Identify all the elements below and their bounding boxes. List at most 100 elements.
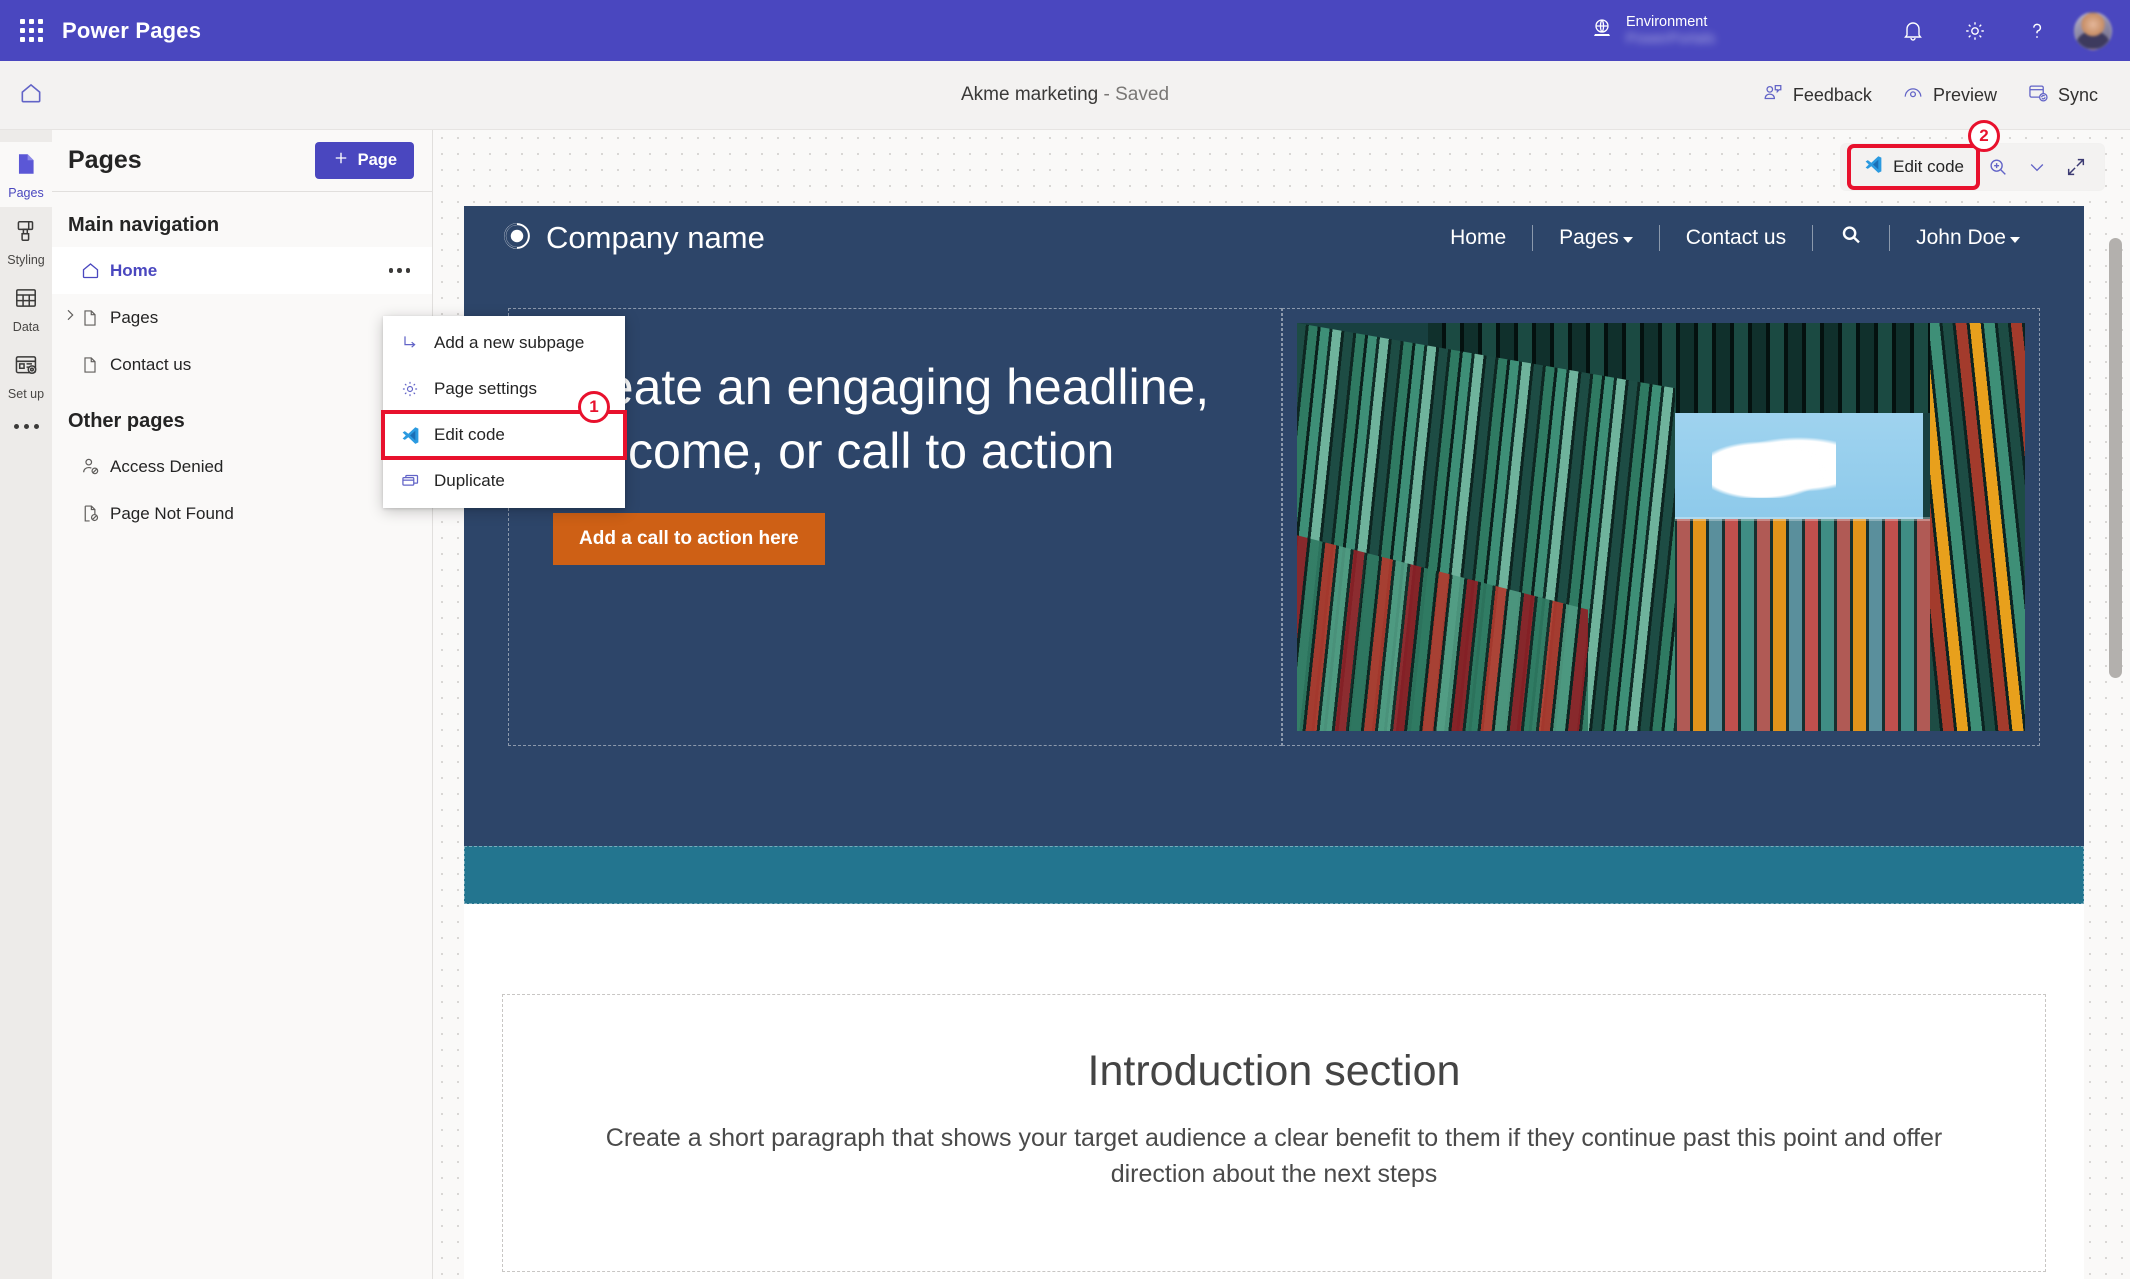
page-tree-label-contact-us: Contact us [110, 354, 192, 374]
canvas-edit-code-label: Edit code [1893, 157, 1964, 176]
gear-icon [399, 379, 421, 399]
duplicate-icon [399, 471, 421, 491]
environment-name: PowerPortals [1626, 30, 1716, 48]
app-title: Power Pages [62, 17, 202, 43]
page-tree-item-page-not-found[interactable]: Page Not Found [52, 490, 432, 537]
context-menu-label-edit-code: Edit code [434, 425, 505, 444]
expand-icon[interactable] [2058, 150, 2094, 184]
globe-icon [1590, 16, 1614, 45]
pages-panel-title: Pages [68, 146, 142, 174]
page-tree-item-pages[interactable]: Pages [52, 294, 432, 341]
site-nav-label-user: John Doe [1916, 226, 2006, 249]
hero-headline: Create an engaging headline, welcome, or… [553, 359, 1210, 479]
plus-icon [332, 149, 350, 172]
context-menu-label-add-subpage: Add a new subpage [434, 333, 585, 352]
preview-button[interactable]: Preview [1890, 74, 2009, 117]
settings-button[interactable] [1944, 0, 2006, 61]
pages-panel-header: Pages Page [52, 130, 432, 192]
teal-band-section[interactable] [464, 846, 2084, 904]
canvas-edit-code-button[interactable]: Edit code [1847, 144, 1980, 190]
design-canvas: Edit code Company name Home Pages Contac… [434, 130, 2130, 1279]
annotation-badge-1: 1 [578, 391, 610, 423]
rail-label-pages: Pages [8, 186, 44, 200]
avatar[interactable] [2074, 11, 2112, 50]
page-tree-item-home[interactable]: Home [52, 247, 432, 294]
app-header-actions [1882, 0, 2130, 61]
chevron-down-icon[interactable] [2020, 151, 2054, 183]
pages-panel: Pages Page Main navigation Home Pages Co… [52, 130, 433, 1279]
left-nav-rail: Pages Styling Data Set up [0, 130, 52, 1279]
rail-more-button[interactable] [13, 424, 39, 429]
preview-icon [1902, 82, 1924, 109]
brush-icon [13, 218, 39, 249]
section-heading-other-pages: Other pages [68, 410, 185, 432]
subpage-icon [399, 333, 421, 353]
zoom-in-icon[interactable] [1980, 150, 2016, 184]
canvas-scrollbar[interactable] [2109, 238, 2122, 678]
site-nav-search-button[interactable] [1813, 223, 1889, 253]
page-tree-label-home: Home [110, 260, 158, 280]
search-icon [1839, 223, 1863, 253]
sync-label: Sync [2057, 84, 2098, 105]
context-menu-item-add-subpage[interactable]: Add a new subpage [383, 320, 625, 366]
context-menu-label-duplicate: Duplicate [434, 471, 505, 490]
caret-down-icon [2010, 237, 2020, 243]
section-spacer [464, 904, 2084, 994]
site-nav-user-menu[interactable]: John Doe [1890, 226, 2046, 250]
rail-item-pages[interactable]: Pages [0, 142, 52, 207]
app-launcher-button[interactable] [0, 19, 62, 42]
canvas-toolbar: Edit code [1841, 144, 2104, 190]
site-nav-label-pages: Pages [1559, 226, 1619, 249]
notifications-button[interactable] [1882, 0, 1944, 61]
vscode-icon [1863, 154, 1884, 180]
rail-label-data: Data [12, 320, 40, 334]
page-tree-item-access-denied[interactable]: Access Denied [52, 443, 432, 490]
app-header: Power Pages Environment PowerPortals [0, 0, 2130, 61]
rail-item-setup[interactable]: Set up [0, 343, 52, 408]
site-brand-name: Company name [546, 220, 765, 255]
person-blocked-icon [80, 456, 110, 477]
feedback-icon [1762, 82, 1784, 109]
hero-image [1296, 323, 2025, 731]
site-nav-link-contact-us[interactable]: Contact us [1660, 226, 1812, 250]
page-tree-label-access-denied: Access Denied [110, 456, 224, 476]
hero-section[interactable]: Create an engaging headline, welcome, or… [464, 270, 2084, 846]
toolbar-actions: Feedback Preview Sync [1750, 74, 2110, 117]
rail-item-styling[interactable]: Styling [0, 209, 52, 274]
introduction-body: Create a short paragraph that shows your… [605, 1124, 1943, 1189]
hero-image-column[interactable] [1281, 308, 2040, 746]
site-nav-label-contact-us: Contact us [1685, 226, 1787, 249]
sync-icon [2027, 82, 2049, 109]
page-tree-item-contact-us[interactable]: Contact us [52, 341, 432, 388]
site-nav-link-pages[interactable]: Pages [1533, 226, 1659, 250]
site-preview-frame: Company name Home Pages Contact us John … [464, 206, 2084, 1279]
preview-label: Preview [1932, 84, 1997, 105]
site-nav-links: Home Pages Contact us John Doe [1424, 223, 2046, 253]
rail-label-setup: Set up [7, 387, 45, 401]
vscode-icon [399, 425, 421, 446]
site-brand[interactable]: Company name [502, 220, 765, 256]
add-page-label: Page [357, 151, 397, 169]
rail-item-data[interactable]: Data [0, 276, 52, 341]
page-tree-label-page-not-found: Page Not Found [110, 503, 234, 523]
add-page-button[interactable]: Page [314, 142, 414, 179]
setup-icon [13, 352, 39, 383]
hero-cta-button[interactable]: Add a call to action here [553, 513, 825, 565]
feedback-button[interactable]: Feedback [1750, 74, 1884, 117]
page-icon [13, 151, 39, 182]
chevron-right-icon[interactable] [62, 307, 78, 328]
environment-selector[interactable]: Environment PowerPortals [1590, 0, 1715, 61]
page-more-options-button[interactable] [388, 268, 410, 273]
file-icon [80, 308, 110, 328]
context-menu-label-page-settings: Page settings [434, 379, 538, 398]
site-toolbar: Akme marketing - Saved Feedback Preview [0, 61, 2130, 130]
page-tree-label-pages: Pages [110, 307, 159, 327]
context-menu-item-duplicate[interactable]: Duplicate [383, 458, 625, 504]
sync-button[interactable]: Sync [2015, 74, 2110, 117]
help-button[interactable] [2006, 0, 2068, 61]
annotation-badge-2: 2 [1968, 120, 2000, 152]
site-nav-link-home[interactable]: Home [1424, 226, 1532, 250]
document-name: Akme marketing [960, 84, 1099, 105]
introduction-section[interactable]: Introduction section Create a short para… [502, 994, 2046, 1272]
circle-logo-icon [502, 221, 532, 256]
